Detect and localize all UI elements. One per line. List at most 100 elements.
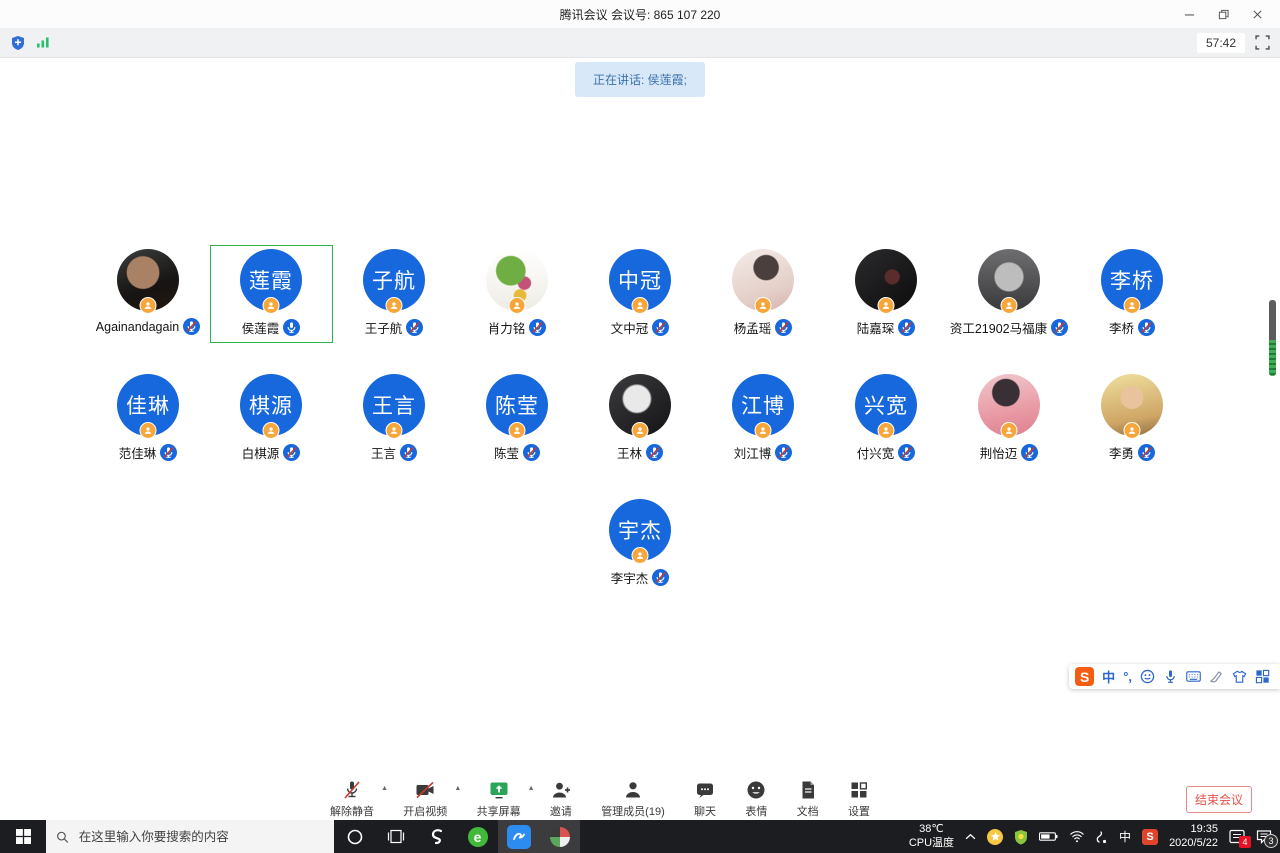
security-shield-icon[interactable] bbox=[10, 35, 26, 51]
host-badge-icon bbox=[631, 297, 649, 314]
participant-tile[interactable]: Againandagain bbox=[87, 245, 210, 343]
taskbar-search[interactable] bbox=[46, 820, 334, 853]
participant-tile[interactable]: 李桥 李桥 bbox=[1071, 245, 1194, 343]
green-e-browser-button[interactable]: e bbox=[457, 820, 498, 853]
avatar bbox=[1101, 374, 1163, 439]
task-view-button[interactable] bbox=[375, 820, 416, 853]
cortana-button[interactable] bbox=[334, 820, 375, 853]
participant-tile[interactable]: 王言 王言 bbox=[333, 370, 456, 468]
emoji-icon bbox=[745, 779, 767, 801]
mic-status-icon bbox=[898, 319, 916, 336]
audio-cable-icon[interactable] bbox=[1096, 830, 1108, 844]
toolbar-button-camera-off[interactable]: 开启视频 ▲ bbox=[403, 779, 461, 819]
expand-caret-icon[interactable]: ▲ bbox=[454, 785, 461, 792]
host-badge-icon bbox=[754, 297, 772, 314]
mic-status-icon bbox=[775, 444, 793, 461]
avatar bbox=[855, 249, 917, 314]
cpu-temp-label: CPU温度 bbox=[908, 836, 955, 849]
participant-name: 文中冠 bbox=[610, 322, 649, 336]
participant-name: 肖力铭 bbox=[487, 322, 526, 336]
emoji-icon[interactable] bbox=[1140, 669, 1155, 684]
network-signal-icon[interactable] bbox=[36, 36, 50, 49]
participant-name: 李桥 bbox=[1108, 322, 1134, 336]
search-icon bbox=[57, 831, 69, 843]
chevron-up-icon[interactable] bbox=[965, 833, 976, 840]
toolbar-button-chat[interactable]: 聊天 bbox=[694, 779, 716, 819]
mic-icon[interactable] bbox=[1163, 669, 1178, 684]
participant-tile[interactable]: 陈莹 陈莹 bbox=[456, 370, 579, 468]
expand-caret-icon[interactable]: ▲ bbox=[528, 785, 535, 792]
toolbar-button-label: 管理成员(19) bbox=[601, 806, 665, 818]
end-meeting-button[interactable]: 结束会议 bbox=[1186, 786, 1252, 813]
participant-tile[interactable]: 王林 bbox=[579, 370, 702, 468]
battery-icon[interactable] bbox=[1039, 831, 1058, 842]
tencent-meeting-taskbar-button[interactable] bbox=[498, 820, 539, 853]
sogou-tray-icon[interactable]: S bbox=[1142, 828, 1159, 845]
participant-tile[interactable]: 中冠 文中冠 bbox=[579, 245, 702, 343]
clock-date: 2020/5/22 bbox=[1169, 836, 1218, 849]
mic-status-icon bbox=[400, 444, 417, 461]
taskbar-clock[interactable]: 19:35 2020/5/22 bbox=[1169, 823, 1218, 849]
mic-status-icon bbox=[1021, 444, 1039, 461]
participant-tile[interactable]: 棋源 白棋源 bbox=[210, 370, 333, 468]
participant-tile[interactable]: 莲霞 侯莲霞 bbox=[209, 245, 333, 343]
chinese-mode[interactable]: 中 bbox=[1102, 667, 1115, 686]
avatar: 江博 bbox=[732, 374, 794, 439]
restore-button[interactable] bbox=[1206, 0, 1240, 28]
toolbar-button-settings[interactable]: 设置 bbox=[848, 779, 870, 819]
toolbar-button-emoji[interactable]: 表情 bbox=[745, 779, 767, 819]
fullscreen-icon[interactable] bbox=[1255, 35, 1270, 50]
toolbar-button-mic-off[interactable]: 解除静音 ▲ bbox=[330, 779, 388, 819]
handwriting-icon[interactable] bbox=[1209, 669, 1224, 684]
notification-panel-icon[interactable]: 4 bbox=[1229, 829, 1251, 848]
camera-off-icon bbox=[414, 779, 436, 801]
toolbar-button-share-screen[interactable]: 共享屏幕 ▲ bbox=[477, 779, 535, 819]
punctuation-icon[interactable]: °, bbox=[1123, 669, 1132, 684]
participant-tile[interactable]: 宇杰 李宇杰 bbox=[579, 495, 702, 593]
chat-icon bbox=[694, 779, 716, 801]
wifi-icon[interactable] bbox=[1069, 830, 1085, 843]
meeting-toolbar: 解除静音 ▲ 开启视频 ▲ 共享屏幕 ▲ 邀请 管理成员(19) 聊天 表情 文… bbox=[330, 778, 870, 820]
avatar: 宇杰 bbox=[609, 499, 671, 564]
sogou-logo[interactable]: S bbox=[1075, 667, 1095, 686]
shield-icon[interactable] bbox=[1014, 829, 1028, 845]
participant-tile[interactable]: 陆嘉琛 bbox=[825, 245, 948, 343]
participant-row: 佳琳 范佳琳 棋源 白棋源 王言 王言 陈莹 陈莹 王林 江博 刘江博 兴宽 付… bbox=[0, 370, 1280, 468]
participant-tile[interactable]: 资工21902马福康 bbox=[948, 245, 1071, 343]
yellow-app-icon[interactable] bbox=[987, 828, 1004, 845]
minimize-button[interactable] bbox=[1172, 0, 1206, 28]
toolbar-button-members[interactable]: 管理成员(19) bbox=[601, 779, 665, 819]
participant-tile[interactable]: 兴宽 付兴宽 bbox=[825, 370, 948, 468]
participant-tile[interactable]: 佳琳 范佳琳 bbox=[87, 370, 210, 468]
participant-name: 刘江博 bbox=[733, 447, 772, 461]
host-badge-icon bbox=[1000, 422, 1018, 439]
swirl-app-button[interactable] bbox=[416, 820, 457, 853]
toolbox-icon[interactable] bbox=[1255, 669, 1270, 684]
ime-language-indicator[interactable]: 中 bbox=[1119, 828, 1131, 845]
participant-name: 陈莹 bbox=[493, 447, 519, 461]
toolbar-button-label: 开启视频 bbox=[403, 806, 448, 818]
participant-tile[interactable]: 肖力铭 bbox=[456, 245, 579, 343]
message-center-icon[interactable]: 3 bbox=[1256, 829, 1278, 848]
close-button[interactable] bbox=[1240, 0, 1274, 28]
toolbar-button-invite[interactable]: 邀请 bbox=[550, 779, 572, 819]
avatar: 佳琳 bbox=[117, 374, 179, 439]
expand-caret-icon[interactable]: ▲ bbox=[381, 785, 388, 792]
toolbar-button-doc[interactable]: 文档 bbox=[797, 779, 819, 819]
mic-status-icon bbox=[775, 319, 793, 336]
participant-name: 侯莲霞 bbox=[241, 322, 280, 336]
participant-tile[interactable]: 子航 王子航 bbox=[333, 245, 456, 343]
start-button[interactable] bbox=[0, 820, 46, 853]
participant-tile[interactable]: 李勇 bbox=[1071, 370, 1194, 468]
participant-tile[interactable]: 杨孟瑶 bbox=[702, 245, 825, 343]
host-badge-icon bbox=[877, 297, 895, 314]
participant-tile[interactable]: 江博 刘江博 bbox=[702, 370, 825, 468]
cpu-temp-widget[interactable]: 38℃ CPU温度 bbox=[909, 823, 954, 849]
keyboard-icon[interactable] bbox=[1186, 669, 1201, 684]
participant-tile[interactable]: 荆怡迈 bbox=[948, 370, 1071, 468]
mic-off-icon bbox=[341, 779, 363, 801]
search-input[interactable] bbox=[76, 828, 324, 845]
skin-icon[interactable] bbox=[1232, 669, 1247, 684]
windows-taskbar: e 38℃ CPU温度 bbox=[0, 820, 1280, 853]
color-wheel-app-button[interactable] bbox=[539, 820, 580, 853]
